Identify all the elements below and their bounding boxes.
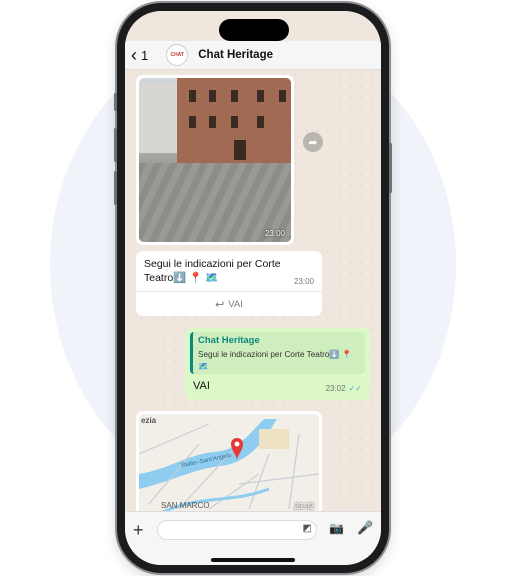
photo-window bbox=[257, 90, 264, 102]
map-block bbox=[259, 429, 289, 449]
photo-building-left bbox=[139, 83, 177, 153]
chevron-left-icon: ‹ bbox=[131, 45, 137, 65]
photo-window bbox=[209, 90, 216, 102]
chat-header: ‹ 1 CHAT Chat Heritage bbox=[125, 41, 381, 70]
quoted-sender: Chat Heritage bbox=[198, 335, 260, 346]
grand-canal bbox=[139, 419, 277, 489]
back-button[interactable]: ‹ 1 bbox=[131, 46, 148, 64]
side-button bbox=[114, 93, 117, 111]
reply-button-label: VAI bbox=[228, 299, 243, 310]
photo-window bbox=[189, 116, 196, 128]
map-timestamp: 23:02 bbox=[293, 502, 314, 511]
avatar[interactable]: CHAT bbox=[166, 44, 189, 66]
mic-icon[interactable]: 🎤 bbox=[357, 520, 373, 536]
photo-window bbox=[189, 90, 196, 102]
plus-icon[interactable]: + bbox=[133, 520, 144, 541]
volume-up-button bbox=[114, 128, 117, 162]
map-streets bbox=[139, 423, 319, 510]
map-graphic bbox=[139, 419, 319, 514]
reply-icon: ↩ bbox=[215, 299, 225, 311]
photo-window bbox=[279, 90, 286, 102]
image-message[interactable]: 23:00 bbox=[136, 75, 294, 245]
outgoing-timestamp: 23:02 ✓✓ bbox=[326, 384, 362, 393]
avatar-text: CHAT bbox=[170, 52, 184, 58]
message-input[interactable]: ◩ bbox=[157, 520, 317, 540]
pin-center bbox=[234, 441, 240, 447]
read-ticks-icon: ✓✓ bbox=[348, 384, 362, 393]
chat-title[interactable]: Chat Heritage bbox=[198, 49, 273, 61]
phone-screen: ‹ 1 CHAT Chat Heritage 23:00 ➦ Segui le … bbox=[125, 11, 381, 565]
quoted-message[interactable]: Chat Heritage Segui le indicazioni per C… bbox=[190, 332, 365, 374]
map-label-venezia: ezia bbox=[141, 416, 157, 425]
outgoing-time-value: 23:02 bbox=[325, 384, 346, 393]
share-icon[interactable]: ➦ bbox=[303, 132, 323, 152]
outgoing-text: VAI bbox=[193, 380, 210, 392]
map-label-san-marco: SAN MARCO bbox=[161, 501, 210, 510]
message-text: Segui le indicazioni per Corte Teatro⬇️ … bbox=[144, 258, 281, 284]
photo-window bbox=[257, 116, 264, 128]
photo-window bbox=[231, 116, 238, 128]
street-photo[interactable]: 23:00 bbox=[139, 78, 291, 242]
unread-count: 1 bbox=[141, 47, 149, 63]
text-message[interactable]: Segui le indicazioni per Corte Teatro⬇️ … bbox=[136, 251, 322, 316]
image-timestamp: 23:00 bbox=[264, 229, 285, 238]
location-message[interactable]: ezia SAN MARCO Rialto–Sant'Angelo 23:02 bbox=[136, 411, 322, 517]
photo-window bbox=[231, 90, 238, 102]
input-bar: + ◩ 📷 🎤 bbox=[125, 511, 381, 565]
chat-area[interactable]: 23:00 ➦ Segui le indicazioni per Corte T… bbox=[125, 70, 381, 517]
dynamic-island bbox=[219, 19, 289, 41]
vai-reply-button[interactable]: ↩ VAI bbox=[136, 291, 322, 317]
message-timestamp: 23:00 bbox=[293, 277, 314, 286]
photo-window bbox=[209, 116, 216, 128]
quoted-text: Segui le indicazioni per Corte Teatro⬇️ … bbox=[198, 350, 353, 371]
phone-frame: ‹ 1 CHAT Chat Heritage 23:00 ➦ Segui le … bbox=[114, 3, 392, 573]
volume-down-button bbox=[114, 171, 117, 205]
photo-door bbox=[234, 140, 246, 160]
map-preview[interactable]: ezia SAN MARCO Rialto–Sant'Angelo 23:02 bbox=[139, 414, 319, 514]
sticker-icon[interactable]: ◩ bbox=[303, 523, 312, 534]
camera-icon[interactable]: 📷 bbox=[329, 521, 344, 535]
home-indicator[interactable] bbox=[211, 558, 295, 562]
power-button bbox=[389, 143, 392, 193]
outgoing-message[interactable]: Chat Heritage Segui le indicazioni per C… bbox=[185, 328, 370, 400]
